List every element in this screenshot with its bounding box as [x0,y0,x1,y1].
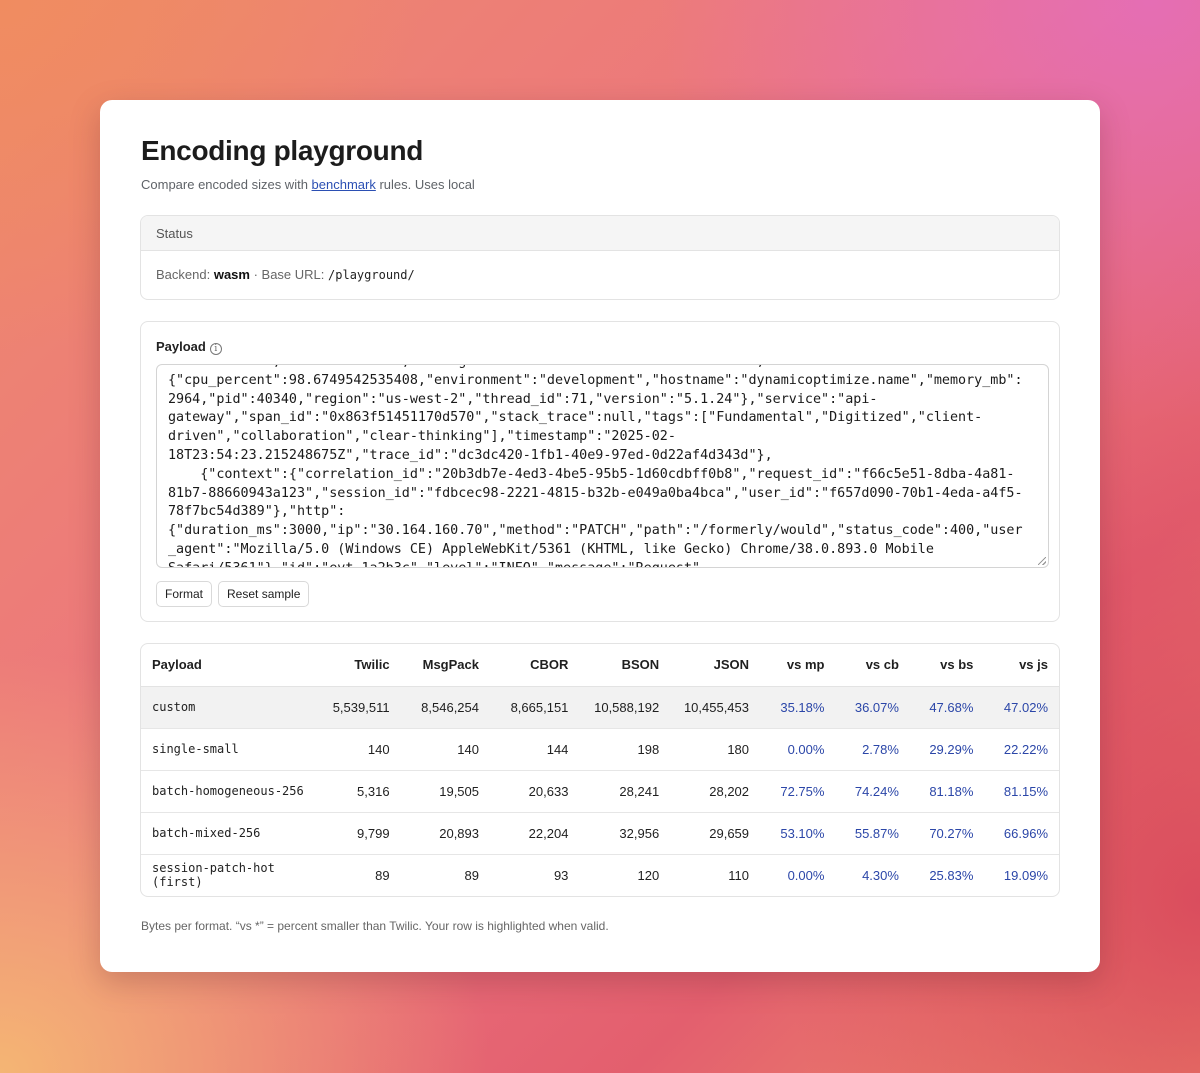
column-header-bson: BSON [579,644,671,687]
page-title: Encoding playground [141,135,424,166]
cell-bson: 28,241 [579,770,671,813]
cell-vs-js: 22.22% [984,728,1059,771]
cell-vs-mp: 35.18% [760,686,836,729]
cell-vs-js: 19.09% [1003,867,1048,883]
cell-vs-bs: 47.68% [909,686,985,729]
payload-textarea[interactable]: 36c33504de98","level":"DEBUG","message":… [156,364,1049,568]
status-separator: · [249,267,262,282]
subtitle-text-before: Compare encoded sizes with [141,177,312,192]
table-row: single-small 140 140 144 198 180 0.00% 2… [141,728,1059,771]
table-row: session-patch-hot (first) 89 89 93 120 1… [141,854,1059,896]
backend-label: Backend: [156,267,214,282]
table-row: batch-homogeneous-256 5,316 19,505 20,63… [141,770,1059,813]
table-row: custom 5,539,511 8,546,254 8,665,151 10,… [141,686,1059,729]
column-header-msgpack: MsgPack [400,644,490,687]
page-subtitle: Compare encoded sizes with benchmark rul… [141,177,475,192]
cell-cbor: 20,633 [490,770,580,813]
payload-actions: Format Reset sample [156,581,310,607]
cell-vs-cb: 55.87% [835,812,910,855]
resize-handle-icon[interactable] [1038,557,1046,565]
cell-vs-bs: 81.18% [909,770,985,813]
payload-panel: Payloadi 36c33504de98","level":"DEBUG","… [140,321,1060,622]
cell-bson: 198 [579,728,671,771]
cell-vs-cb: 36.07% [835,686,910,729]
cell-json: 29,659 [670,812,761,855]
status-body: Backend: wasm · Base URL: /playground/ [141,251,1059,282]
payload-label-text: Payload [156,339,206,354]
cell-twilic: 5,539,511 [321,686,401,729]
cell-vs-js: 81.15% [984,770,1059,813]
status-panel: Status Backend: wasm · Base URL: /playgr… [140,215,1060,300]
cell-twilic: 140 [321,728,401,771]
backend-value: wasm [213,267,250,282]
table-footnote: Bytes per format. “vs *” = percent small… [141,919,609,933]
cell-vs-bs: 70.27% [909,812,985,855]
cell-vs-cb: 2.78% [835,728,910,771]
info-icon[interactable]: i [209,343,222,355]
format-button[interactable]: Format [156,581,213,607]
cell-payload-name: single-small [141,728,322,771]
column-header-payload: Payload [141,644,322,687]
base-url-label: Base URL: [261,267,329,282]
table-row: batch-mixed-256 9,799 20,893 22,204 32,9… [141,812,1059,855]
subtitle-text-after: rules. Uses local [375,177,475,192]
cell-vs-js: 47.02% [984,686,1059,729]
cell-cbor: 144 [490,728,580,771]
column-header-vs-js: vs js [984,644,1059,687]
column-header-json: JSON [670,644,761,687]
cell-payload-name: batch-mixed-256 [141,812,322,855]
cell-bson: 120 [637,867,660,883]
cell-cbor: 93 [553,867,569,883]
cell-json: 110 [728,867,750,883]
cell-vs-bs: 25.83% [929,867,974,883]
cell-twilic: 89 [375,867,390,883]
cell-payload-name: batch-homogeneous-256 [141,770,322,813]
column-header-vs-mp: vs mp [760,644,836,687]
status-header: Status [141,216,1059,251]
playground-card: Encoding playground Compare encoded size… [100,100,1100,972]
cell-msgpack: 19,505 [400,770,490,813]
base-url-value: /playground/ [328,268,415,282]
cell-vs-js: 66.96% [984,812,1059,855]
column-header-vs-bs: vs bs [909,644,985,687]
table-header-row: Payload Twilic MsgPack CBOR BSON JSON vs… [141,644,1059,687]
cell-bson: 32,956 [579,812,671,855]
cell-payload-name: custom [141,686,322,729]
cell-vs-mp: 53.10% [760,812,836,855]
cell-msgpack: 89 [464,867,479,883]
cell-twilic: 9,799 [321,812,401,855]
cell-json: 180 [670,728,761,771]
payload-label: Payload i [156,339,222,355]
cell-vs-mp: 72.75% [760,770,836,813]
cell-msgpack: 140 [400,728,490,771]
cell-msgpack: 20,893 [400,812,490,855]
cell-msgpack: 8,546,254 [400,686,490,729]
cell-vs-mp: 0.00% [787,867,825,883]
cell-cbor: 8,665,151 [490,686,580,729]
cell-vs-bs: 29.29% [909,728,985,771]
column-header-cbor: CBOR [490,644,580,687]
column-header-vs-cb: vs cb [835,644,910,687]
column-header-twilic: Twilic [321,644,401,687]
cell-vs-mp: 0.00% [760,728,836,771]
cell-cbor: 22,204 [490,812,580,855]
results-table: Payload Twilic MsgPack CBOR BSON JSON vs… [141,644,1059,896]
cell-payload-name: session-patch-hot (first) [152,861,275,890]
cell-vs-cb: 74.24% [835,770,910,813]
cell-vs-cb: 4.30% [862,867,899,883]
cell-json: 10,455,453 [670,686,761,729]
results-table-container: Payload Twilic MsgPack CBOR BSON JSON vs… [140,643,1060,897]
benchmark-link[interactable]: benchmark [312,177,376,192]
cell-bson: 10,588,192 [579,686,671,729]
cell-json: 28,202 [670,770,761,813]
payload-text[interactable]: 36c33504de98","level":"DEBUG","message":… [168,365,1038,567]
reset-sample-button[interactable]: Reset sample [218,581,310,607]
cell-twilic: 5,316 [321,770,401,813]
